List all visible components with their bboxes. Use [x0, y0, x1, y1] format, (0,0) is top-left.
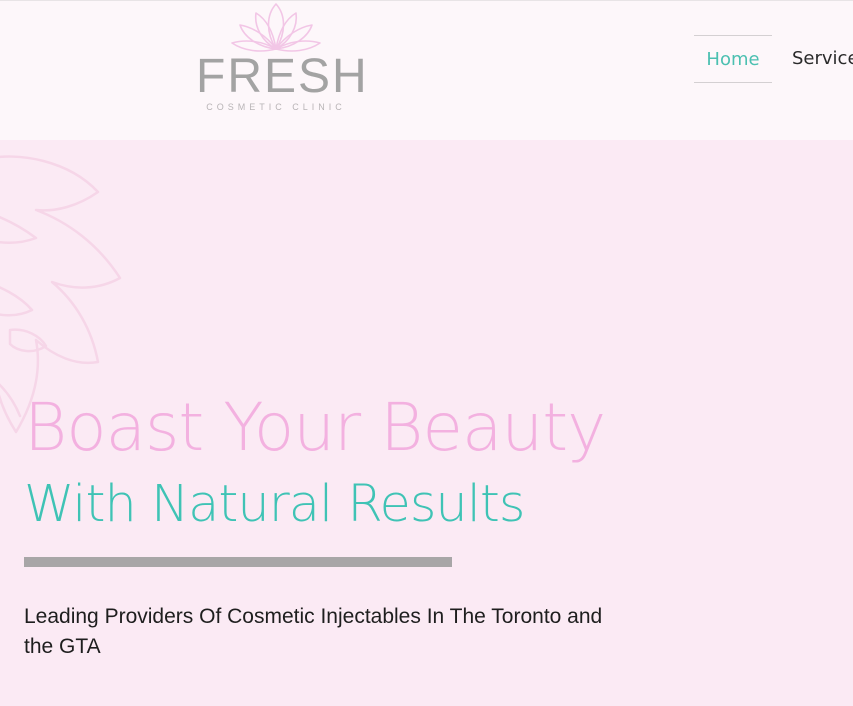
hero-subheadline: With Natural Results	[24, 475, 525, 534]
hero-divider	[24, 557, 452, 567]
brand-tagline: COSMETIC CLINIC	[206, 102, 346, 112]
hero-description: Leading Providers Of Cosmetic Injectable…	[24, 605, 603, 658]
site-header: FRESH COSMETIC CLINIC Home Service	[0, 0, 853, 140]
nav-item-services[interactable]: Service	[792, 35, 853, 83]
hero-section: Boast Your Beauty With Natural Results L…	[0, 140, 853, 706]
nav-item-home[interactable]: Home	[694, 35, 772, 83]
site-logo[interactable]: FRESH COSMETIC CLINIC	[196, 1, 369, 117]
hero-headline: Boast Your Beauty	[24, 389, 606, 466]
brand-name: FRESH	[196, 50, 369, 103]
lotus-icon	[231, 3, 321, 52]
